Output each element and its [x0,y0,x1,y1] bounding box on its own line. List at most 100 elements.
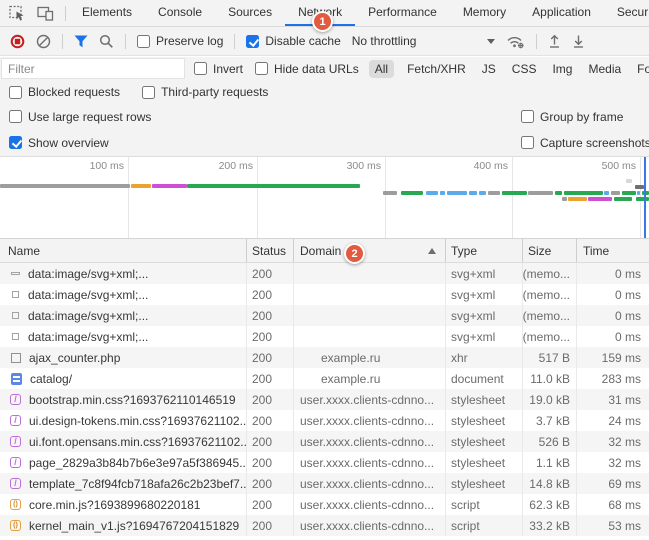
size-cell: 3.7 kB [523,410,577,431]
network-overview[interactable]: 100 ms200 ms300 ms400 ms500 ms [0,156,649,239]
waterfall-segment [555,191,562,195]
show-overview-label[interactable]: Show overview [28,136,109,150]
filter-type-font[interactable]: Font [634,60,649,78]
invert-checkbox[interactable] [194,62,207,75]
request-name: template_7c8f94fcb718afa26c2b23bef7... [29,477,247,491]
size-cell: 526 B [523,431,577,452]
import-har-icon[interactable] [548,34,561,48]
waterfall-segment [636,197,649,201]
time-cell: 0 ms [577,263,649,284]
request-name: catalog/ [30,372,72,386]
filter-funnel-icon[interactable] [74,35,88,48]
hide-data-urls-checkbox[interactable] [255,62,268,75]
status-cell: 200 [247,515,294,536]
filter-type-all[interactable]: All [369,60,394,78]
export-har-icon[interactable] [572,34,585,48]
third-party-requests-label[interactable]: Third-party requests [161,85,268,99]
column-header-size[interactable]: Size [523,239,577,262]
column-header-name[interactable]: Name [0,239,247,262]
request-row[interactable]: data:image/svg+xml;...200svg+xml(memo...… [0,284,649,305]
request-row[interactable]: ajax_counter.php200example.ruxhr517 B159… [0,347,649,368]
request-row[interactable]: /template_7c8f94fcb718afa26c2b23bef7...2… [0,473,649,494]
column-header-time[interactable]: Time [577,239,649,262]
status-cell: 200 [247,326,294,347]
request-row[interactable]: catalog/200example.rudocument11.0 kB283 … [0,368,649,389]
blocked-requests-checkbox[interactable] [9,86,22,99]
request-name-cell: /ui.design-tokens.min.css?16937621102... [0,410,247,431]
filter-type-fetch-xhr[interactable]: Fetch/XHR [404,60,469,78]
filter-type-js[interactable]: JS [479,60,499,78]
column-header-label: Time [583,244,609,258]
waterfall-segment [622,191,636,195]
size-cell: 1.1 kB [523,452,577,473]
request-row[interactable]: /ui.design-tokens.min.css?16937621102...… [0,410,649,431]
tab-elements[interactable]: Elements [69,0,145,26]
use-large-request-rows-checkbox[interactable] [9,110,22,123]
panel-tabs: ElementsConsoleSourcesNetworkPerformance… [69,0,649,26]
time-gridline [512,157,513,239]
network-conditions-icon[interactable] [506,34,525,49]
preserve-log-checkbox[interactable] [137,35,150,48]
request-row[interactable]: data:image/svg+xml;...200svg+xml(memo...… [0,263,649,284]
column-header-label: Type [451,244,477,258]
waterfall-segment [604,191,609,195]
disable-cache-checkbox[interactable] [246,35,259,48]
request-name: data:image/svg+xml;... [28,309,148,323]
device-toolbar-icon[interactable] [37,6,54,21]
request-name: ui.design-tokens.min.css?16937621102... [29,414,247,428]
request-row[interactable]: data:image/svg+xml;...200svg+xml(memo...… [0,305,649,326]
request-row[interactable]: ()kernel_main_v1.js?1694767204151829200u… [0,515,649,536]
tab-application[interactable]: Application [519,0,604,26]
capture-screenshots-checkbox[interactable] [521,136,534,149]
inspect-element-icon[interactable] [9,5,26,21]
status-cell: 200 [247,305,294,326]
throttling-select[interactable]: No throttling [352,34,496,48]
column-header-domain[interactable]: Domain [294,239,446,262]
waterfall-segment [562,197,567,201]
group-by-frame-label[interactable]: Group by frame [540,110,623,124]
filter-type-css[interactable]: CSS [509,60,540,78]
request-row[interactable]: /bootstrap.min.css?1693762110146519200us… [0,389,649,410]
show-overview-checkbox[interactable] [9,136,22,149]
column-header-type[interactable]: Type [446,239,523,262]
filter-type-media[interactable]: Media [585,60,624,78]
waterfall-segment [187,184,360,188]
request-name: ui.font.opensans.min.css?16937621102... [29,435,247,449]
request-row[interactable]: data:image/svg+xml;...200svg+xml(memo...… [0,326,649,347]
hide-data-urls-label[interactable]: Hide data URLs [274,62,359,76]
filter-type-img[interactable]: Img [549,60,575,78]
domain-cell: example.ru [294,347,446,368]
time-cell: 32 ms [577,452,649,473]
load-event-line [644,157,646,239]
request-row[interactable]: ()core.min.js?1693899680220181200user.xx… [0,494,649,515]
options-row-3: Show overview Capture screenshots [0,129,649,156]
request-row[interactable]: /page_2829a3b84b7b6e3e97a5f386945...200u… [0,452,649,473]
request-row[interactable]: /ui.font.opensans.min.css?16937621102...… [0,431,649,452]
column-header-status[interactable]: Status [247,239,294,262]
js-file-icon: () [10,499,21,510]
blocked-requests-label[interactable]: Blocked requests [28,85,120,99]
tab-security[interactable]: Security [604,0,649,26]
tab-console[interactable]: Console [145,0,215,26]
tab-sources[interactable]: Sources [215,0,285,26]
size-cell: (memo... [523,263,577,284]
tab-memory[interactable]: Memory [450,0,519,26]
time-tick-label: 100 ms [64,160,124,172]
type-cell: stylesheet [446,452,523,473]
third-party-requests-checkbox[interactable] [142,86,155,99]
preserve-log-label[interactable]: Preserve log [156,34,223,48]
use-large-request-rows-label[interactable]: Use large request rows [28,110,151,124]
capture-screenshots-label[interactable]: Capture screenshots [540,136,649,150]
disable-cache-label[interactable]: Disable cache [265,34,340,48]
table-header: NameStatusDomain Type Size Time [0,238,649,263]
record-network-log-icon[interactable] [10,34,25,49]
search-icon[interactable] [99,34,114,49]
size-cell: 11.0 kB [523,368,577,389]
group-by-frame-checkbox[interactable] [521,110,534,123]
request-name-cell: catalog/ [0,368,247,389]
time-gridline [385,157,386,239]
clear-network-log-icon[interactable] [36,34,51,49]
invert-label[interactable]: Invert [213,62,243,76]
tab-performance[interactable]: Performance [355,0,450,26]
filter-input[interactable] [1,58,185,79]
